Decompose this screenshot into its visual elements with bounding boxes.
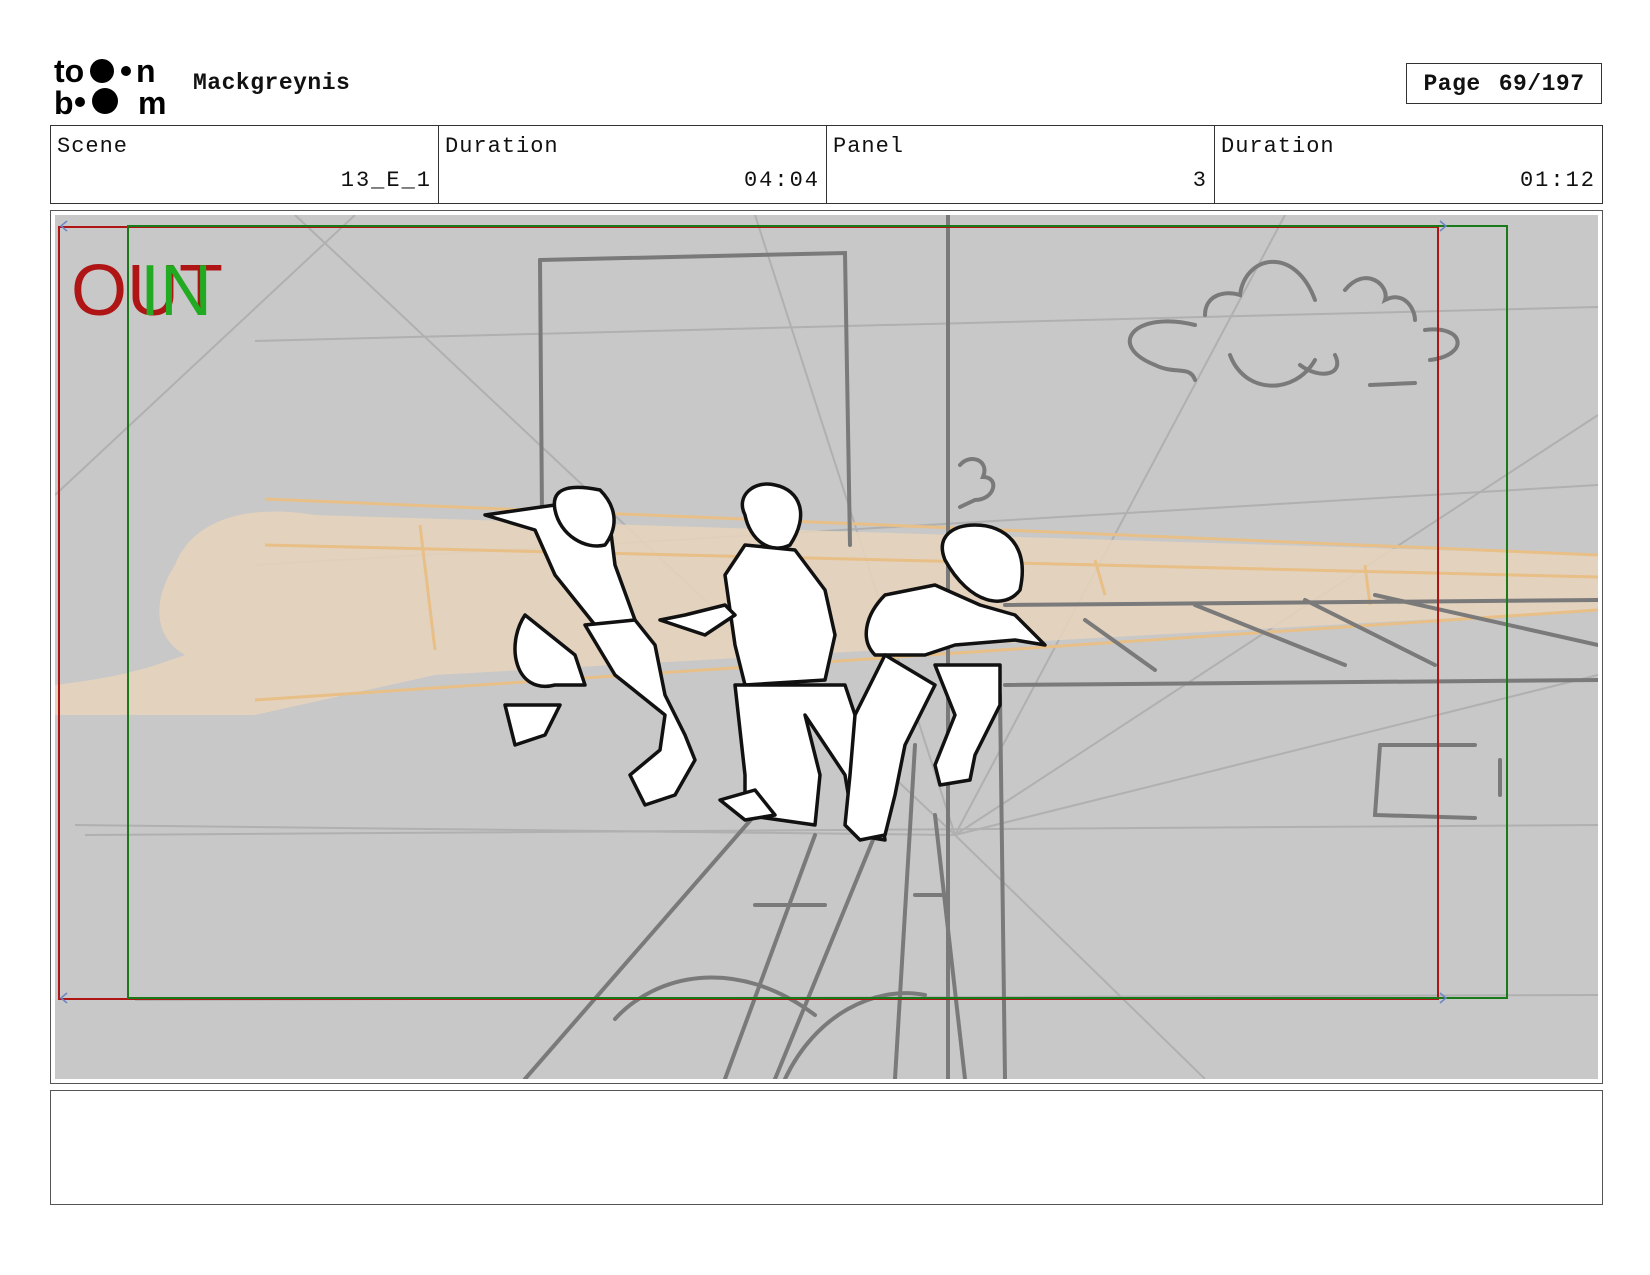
project-title: Mackgreynis	[193, 70, 351, 96]
scene-cell: Scene 13_E_1	[51, 126, 439, 203]
scene-duration-value: 04:04	[743, 168, 820, 193]
scene-value: 13_E_1	[340, 168, 432, 193]
logo-n-glyph: n	[136, 54, 156, 89]
panel-cell: Panel 3	[827, 126, 1215, 203]
page-indicator: Page 69/197	[1406, 63, 1602, 104]
panel-notes-box	[50, 1090, 1603, 1205]
panel-value: 3	[1192, 168, 1208, 193]
page-number: 69/197	[1498, 70, 1585, 97]
panel-duration-cell: Duration 01:12	[1215, 126, 1602, 203]
scene-info-table: Scene 13_E_1 Duration 04:04 Panel 3 Dura…	[50, 125, 1603, 204]
logo-m-glyph: m	[138, 85, 166, 118]
logo-b-glyph: b	[54, 85, 74, 118]
in-label: IN	[140, 251, 212, 331]
scene-duration-cell: Duration 04:04	[439, 126, 827, 203]
panel-label: Panel	[833, 134, 905, 159]
logo-t-glyph: to	[54, 54, 84, 89]
panel-duration-label: Duration	[1221, 134, 1335, 159]
scene-duration-label: Duration	[445, 134, 559, 159]
toonboom-logo: to n b m	[54, 54, 166, 118]
scene-label: Scene	[57, 134, 129, 159]
storyboard-panel-drawing: OUT IN	[55, 215, 1598, 1079]
panel-duration-value: 01:12	[1519, 168, 1596, 193]
page-label: Page	[1423, 70, 1481, 97]
